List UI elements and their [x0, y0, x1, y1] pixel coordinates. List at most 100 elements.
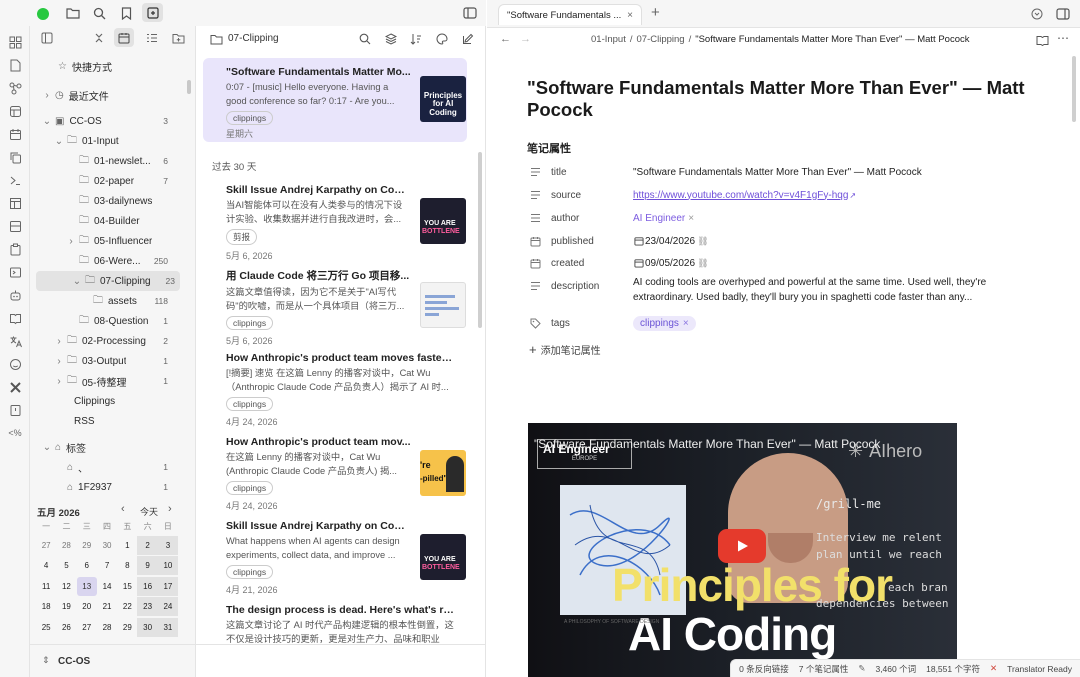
book-icon[interactable]	[7, 310, 23, 326]
close-tab-icon[interactable]: ×	[627, 10, 633, 21]
list-view-icon[interactable]	[144, 30, 160, 46]
calendar-day[interactable]: 2	[137, 535, 158, 555]
note-tag[interactable]: 剪报	[226, 229, 258, 245]
calendar-day[interactable]: 7	[97, 556, 117, 575]
note-tag[interactable]: clippings	[226, 565, 274, 579]
search-icon[interactable]	[357, 31, 373, 47]
today-button[interactable]: 今天	[140, 505, 158, 518]
terminal-icon[interactable]	[7, 172, 23, 188]
new-folder-icon[interactable]	[170, 30, 186, 46]
property-source[interactable]: source https://www.youtube.com/watch?v=v…	[527, 184, 1027, 206]
link-icon[interactable]: ⛓	[697, 236, 708, 247]
note-card[interactable]: Skill Issue Andrej Karpathy on Code ... …	[226, 520, 466, 596]
collapse-all-icon[interactable]	[91, 30, 107, 46]
robot-icon[interactable]	[7, 287, 23, 303]
prev-month-button[interactable]: ‹	[121, 503, 125, 515]
explorer-scrollbar[interactable]	[187, 80, 191, 94]
note-tag[interactable]: clippings	[226, 481, 274, 495]
calendar-day[interactable]: 29	[77, 536, 97, 555]
note-card[interactable]: How Anthropic's product team moves faste…	[226, 352, 466, 428]
properties-count[interactable]: 7 个笔记属性	[799, 663, 849, 675]
more-options-icon[interactable]: ⋯	[1057, 31, 1069, 45]
folder-05-pending[interactable]: › 🗀 05-待整理 1	[30, 371, 178, 391]
calendar-day[interactable]: 26	[56, 618, 76, 637]
console-icon[interactable]	[7, 264, 23, 280]
property-description[interactable]: description AI coding tools are overhype…	[527, 276, 1027, 308]
calendar-icon[interactable]	[7, 126, 23, 142]
calendar-day[interactable]: 12	[56, 577, 76, 596]
calendar-day[interactable]: 4	[36, 556, 56, 575]
new-note-icon[interactable]	[460, 31, 476, 47]
calendar-day[interactable]: 27	[36, 536, 56, 555]
vault-name[interactable]: CC-OS	[58, 656, 90, 667]
folder-08-question[interactable]: 🗀 08-Question 1	[30, 311, 178, 331]
description-value[interactable]: AI coding tools are overhyped and powerf…	[633, 276, 1013, 305]
palette-icon[interactable]	[434, 31, 450, 47]
next-month-button[interactable]: ›	[168, 503, 172, 515]
tag-item[interactable]: ⌂、 1	[30, 457, 178, 477]
copy-icon[interactable]	[7, 149, 23, 165]
calendar-day[interactable]: 14	[97, 577, 117, 596]
calendar-day[interactable]: 20	[77, 597, 97, 616]
note-card[interactable]: The design process is dead. Here's what'…	[226, 604, 466, 646]
backlinks-count[interactable]: 0 条反向链接	[739, 663, 789, 675]
back-arrow-icon[interactable]: ←	[500, 33, 511, 45]
template-icon[interactable]	[7, 195, 23, 211]
folder-06-were[interactable]: 🗀 06-Were... 250	[30, 251, 178, 271]
calendar-day[interactable]: 24	[157, 597, 179, 617]
forward-arrow-icon[interactable]: →	[520, 33, 531, 45]
edit-icon[interactable]: ✎	[858, 663, 865, 674]
calendar-day[interactable]: 19	[56, 597, 76, 616]
folder-01-input[interactable]: ⌄ 🗀 01-Input	[30, 131, 178, 151]
calendar-view-button[interactable]	[114, 28, 134, 47]
folder-03-dailynews[interactable]: 🗀 03-dailynews	[30, 191, 178, 211]
search-icon[interactable]	[91, 5, 107, 21]
calendar-day[interactable]: 31	[157, 617, 179, 637]
calendar-day[interactable]: 27	[77, 618, 97, 637]
note-card[interactable]: "Software Fundamentals Matter Mo... 0:07…	[226, 66, 466, 140]
folder-03-output[interactable]: › 🗀 03-Output 1	[30, 351, 178, 371]
calendar-day[interactable]: 30	[97, 536, 117, 555]
folder-rss[interactable]: RSS	[30, 411, 178, 431]
sort-icon[interactable]	[408, 31, 424, 47]
calendar-day[interactable]: 17	[157, 576, 179, 596]
folder-07-clipping[interactable]: ⌄ 🗀 07-Clipping 23	[36, 271, 180, 291]
folder-01-newsletter[interactable]: 🗀 01-newslet... 6	[30, 151, 178, 171]
source-link[interactable]: https://www.youtube.com/watch?v=v4F1gFy-…	[633, 190, 848, 201]
property-author[interactable]: author AI Engineer ×	[527, 207, 1027, 229]
zoom-window-button[interactable]	[37, 8, 49, 20]
calendar-day[interactable]: 9	[137, 556, 158, 576]
calendar-day[interactable]: 8	[117, 556, 137, 575]
property-created[interactable]: created 09/05/2026 ⛓	[527, 252, 1027, 274]
calendar-day[interactable]: 30	[137, 617, 158, 637]
bookmark-icon[interactable]	[118, 5, 134, 21]
folder-icon[interactable]	[65, 5, 81, 21]
tab-list-icon[interactable]	[1029, 6, 1045, 22]
calendar-day[interactable]: 28	[56, 536, 76, 555]
calendar-day[interactable]: 16	[137, 576, 158, 596]
published-date[interactable]: 23/04/2026	[645, 236, 695, 247]
file-icon[interactable]	[7, 57, 23, 73]
clipboard-icon[interactable]	[7, 241, 23, 257]
recent-files-item[interactable]: › ◷ 最近文件	[30, 85, 178, 105]
note-title[interactable]: "Software Fundamentals Matter More Than …	[527, 77, 1027, 121]
graph-icon[interactable]	[7, 80, 23, 96]
folder-02-paper[interactable]: 🗀 02-paper 7	[30, 171, 178, 191]
property-published[interactable]: published 23/04/2026 ⛓	[527, 230, 1027, 252]
calendar-day[interactable]: 18	[36, 597, 56, 616]
calendar-day[interactable]: 22	[117, 597, 137, 616]
new-tab-button[interactable]: +	[651, 4, 660, 21]
calendar-day[interactable]: 13	[76, 576, 97, 596]
calendar-day[interactable]: 28	[97, 618, 117, 637]
canvas-icon[interactable]	[7, 103, 23, 119]
vault-switcher-icon[interactable]: ⇕	[42, 655, 50, 666]
calendar-day[interactable]: 21	[97, 597, 117, 616]
note-card[interactable]: How Anthropic's product team mov... 在这篇 …	[226, 436, 466, 512]
tags-section[interactable]: ⌄ ⌂ 标签	[30, 437, 178, 457]
calendar-day[interactable]: 10	[157, 556, 179, 576]
note-card[interactable]: Skill Issue Andrej Karpathy on Code ... …	[226, 184, 466, 262]
calendar-day[interactable]: 29	[117, 618, 137, 637]
calendar-day[interactable]: 6	[77, 556, 97, 575]
folder-clippings[interactable]: Clippings	[30, 391, 178, 411]
sidebar-collapse-icon[interactable]	[39, 30, 55, 46]
